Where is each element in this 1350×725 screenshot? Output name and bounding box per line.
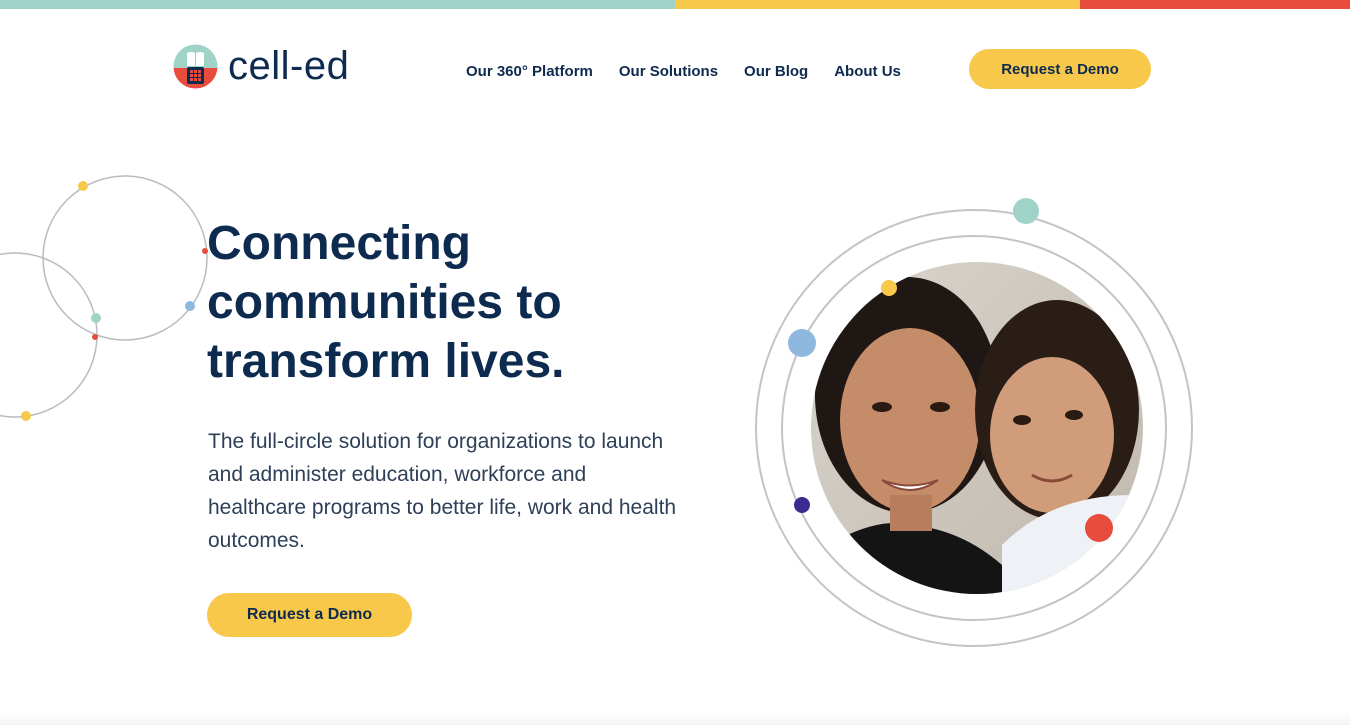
- decor-dot-blue: [185, 301, 195, 311]
- family-photo: [811, 262, 1143, 594]
- left-decorative-circles: [0, 175, 208, 421]
- hero-subtitle: The full-circle solution for organizatio…: [208, 430, 677, 552]
- top-bar-teal: [0, 0, 675, 9]
- decor-ring-large: [42, 175, 208, 341]
- orbit-dot-blue: [788, 329, 816, 357]
- nav-link-about[interactable]: About Us: [834, 62, 901, 82]
- decor-dot-yellow: [78, 181, 88, 191]
- top-bar-yellow: [675, 0, 1080, 9]
- decor-dot-teal: [91, 313, 101, 323]
- decor-ring-small: [0, 252, 98, 418]
- bottom-edge: [0, 712, 1350, 725]
- decor-dot-yellow-bottom: [21, 411, 31, 421]
- request-demo-button-hero[interactable]: Request a Demo: [207, 593, 412, 637]
- orbit-dot-purple: [794, 497, 810, 513]
- main-nav: Our 360° Platform Our Solutions Our Blog…: [466, 62, 927, 82]
- orbit-dot-yellow: [881, 280, 897, 296]
- nav-link-platform[interactable]: Our 360° Platform: [466, 62, 593, 82]
- decor-dot-red-small: [92, 334, 98, 340]
- logo-wordmark: cell-ed: [228, 44, 350, 88]
- site-logo[interactable]: cell-ed: [173, 43, 349, 89]
- orbit-dot-teal: [1013, 198, 1039, 224]
- hero-title: Connecting communities to transform live…: [207, 217, 565, 388]
- top-color-bar: [0, 0, 1350, 9]
- request-demo-button-header[interactable]: Request a Demo: [969, 49, 1151, 89]
- hero-photo-illustration: [755, 198, 1193, 647]
- nav-link-blog[interactable]: Our Blog: [744, 62, 808, 82]
- logo-icon: [173, 44, 218, 88]
- nav-link-solutions[interactable]: Our Solutions: [619, 62, 718, 82]
- top-bar-red: [1080, 0, 1350, 9]
- orbit-dot-red: [1085, 514, 1113, 542]
